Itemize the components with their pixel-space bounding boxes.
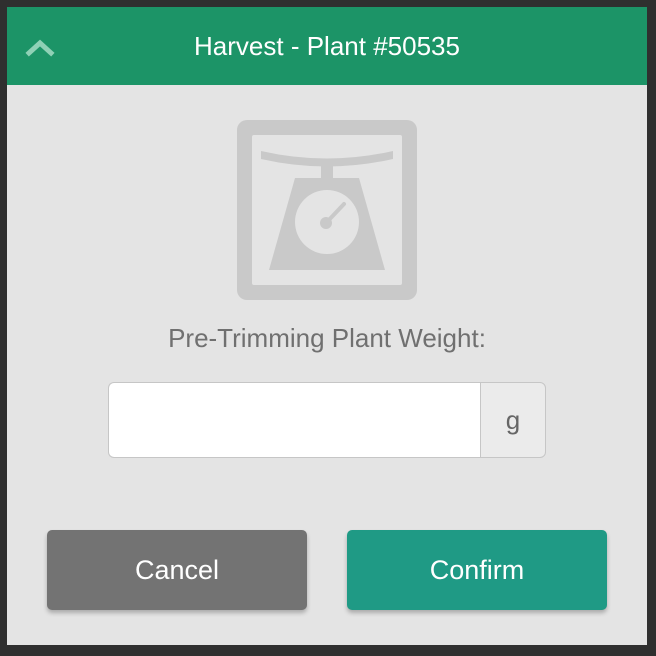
dialog-title: Harvest - Plant #50535 bbox=[194, 31, 460, 61]
weight-label: Pre-Trimming Plant Weight: bbox=[168, 323, 486, 353]
cancel-button[interactable]: Cancel bbox=[47, 530, 307, 610]
weight-input-group: g bbox=[108, 382, 546, 460]
weight-input[interactable] bbox=[108, 382, 480, 458]
chevron-up-icon bbox=[25, 39, 55, 57]
harvest-dialog: Harvest - Plant #50535 Pre-Trimming Plan… bbox=[7, 7, 647, 645]
dialog-header: Harvest - Plant #50535 bbox=[7, 7, 647, 85]
collapse-button[interactable] bbox=[21, 31, 61, 61]
unit-label: g bbox=[480, 382, 546, 458]
scale-icon bbox=[237, 120, 417, 300]
confirm-button[interactable]: Confirm bbox=[347, 530, 607, 610]
